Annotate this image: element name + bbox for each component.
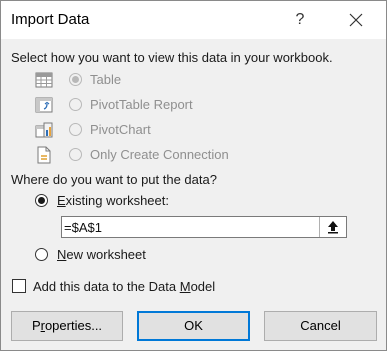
option-table-label: Table xyxy=(90,72,122,87)
pivottable-icon xyxy=(35,97,53,113)
close-button[interactable] xyxy=(341,5,371,35)
mnemonic-e: E xyxy=(57,193,66,208)
properties-button[interactable]: Properties... xyxy=(11,311,123,341)
radio-existing-worksheet[interactable] xyxy=(35,194,48,207)
cell-reference-box xyxy=(61,216,347,238)
new-worksheet-text: ew worksheet xyxy=(66,247,146,262)
existing-worksheet-text: xisting worksheet: xyxy=(65,193,169,208)
ok-button[interactable]: OK xyxy=(137,311,250,341)
radio-dot xyxy=(38,197,45,204)
collapse-arrow-icon xyxy=(328,221,338,234)
option-pivotchart-label: PivotChart xyxy=(90,122,151,137)
radio-pivotchart[interactable] xyxy=(69,123,82,136)
existing-worksheet-label: Existing worksheet: xyxy=(57,193,169,208)
cell-reference-input[interactable] xyxy=(64,219,316,235)
properties-text-before: P xyxy=(31,318,41,333)
title-bar: Import Data ? xyxy=(1,1,386,39)
mnemonic-n: N xyxy=(57,247,67,262)
data-model-label: Add this data to the Data Model xyxy=(33,279,215,294)
data-model-text-before: Add this data to the Data xyxy=(33,279,180,294)
mnemonic-m: M xyxy=(179,279,191,294)
cancel-button[interactable]: Cancel xyxy=(264,311,377,341)
connection-icon xyxy=(37,146,51,164)
pivotchart-icon xyxy=(35,122,53,138)
radio-dot xyxy=(72,76,79,83)
properties-text-after: operties... xyxy=(44,318,103,333)
radio-table[interactable] xyxy=(69,73,82,86)
option-pivottable-label: PivotTable Report xyxy=(90,97,193,112)
help-button[interactable]: ? xyxy=(285,5,315,35)
radio-pivottable[interactable] xyxy=(69,98,82,111)
new-worksheet-label: New worksheet xyxy=(57,247,146,262)
location-heading: Where do you want to put the data? xyxy=(11,172,217,187)
add-to-data-model-checkbox[interactable] xyxy=(12,279,26,293)
dialog-title: Import Data xyxy=(11,11,90,28)
table-icon xyxy=(35,72,53,88)
collapse-dialog-button[interactable] xyxy=(319,217,346,237)
data-model-text-after: odel xyxy=(190,279,216,294)
option-connection-label: Only Create Connection xyxy=(90,147,229,162)
radio-new-worksheet[interactable] xyxy=(35,248,48,261)
close-icon xyxy=(349,13,363,27)
radio-only-connection[interactable] xyxy=(69,148,82,161)
import-data-dialog: Import Data ? Select how you want to vie… xyxy=(0,0,387,351)
view-heading: Select how you want to view this data in… xyxy=(11,50,333,65)
